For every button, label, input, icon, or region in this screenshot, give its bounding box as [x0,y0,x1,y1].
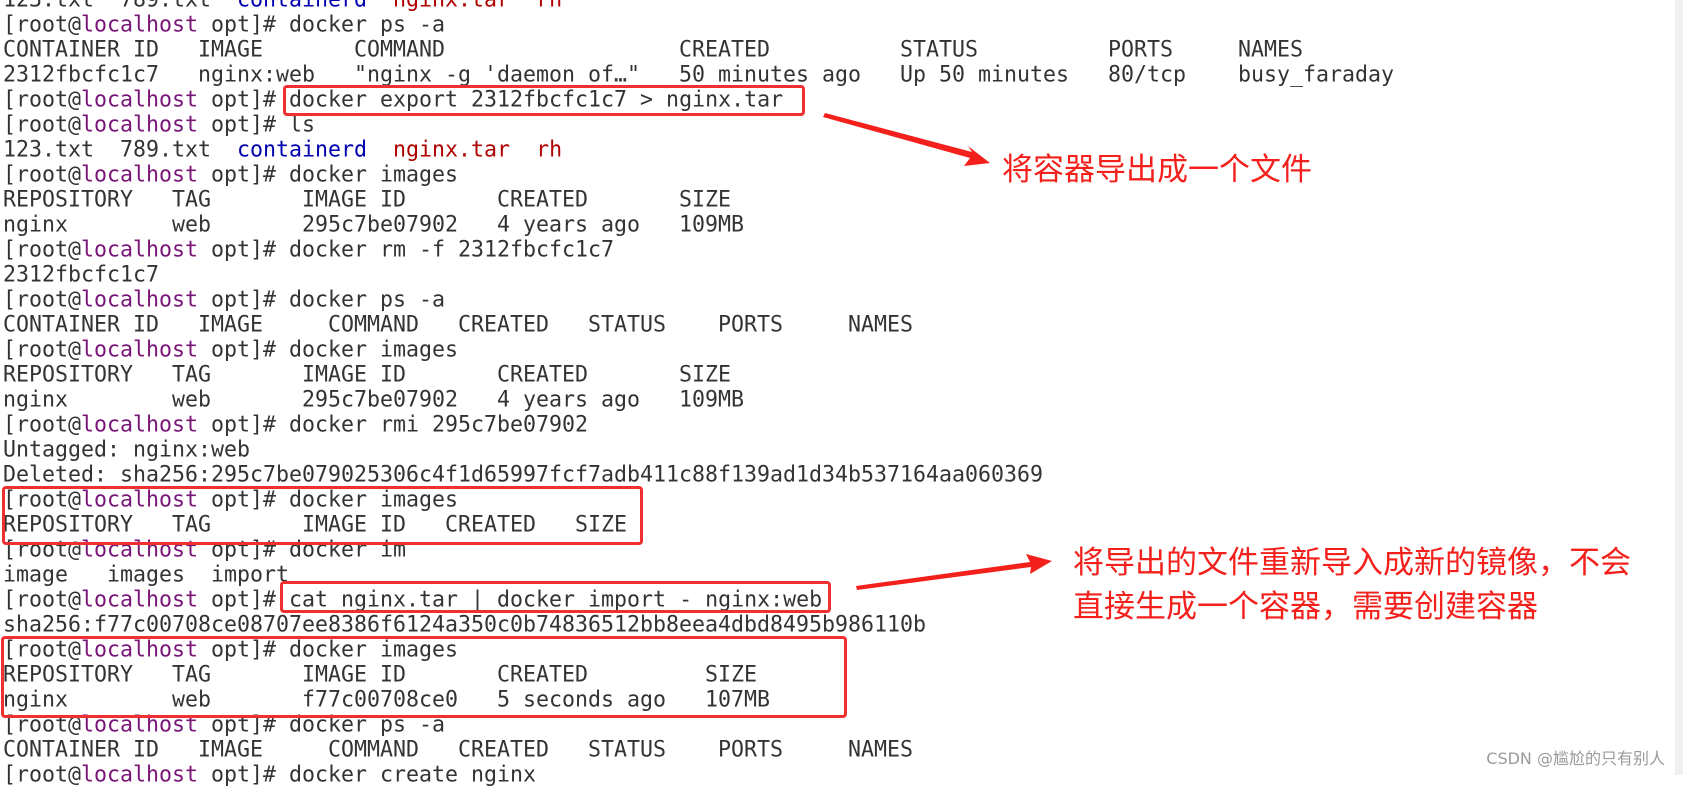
annotation-export: 将容器导出成一个文件 [1002,152,1312,188]
annotation-arrows [823,113,1052,590]
scrollbar-track[interactable] [1675,0,1683,775]
annotation-import-line2: 直接生成一个容器，需要创建容器 [1073,589,1538,625]
arrow-icon [823,113,990,166]
arrow-icon [856,554,1052,590]
watermark: CSDN @尴尬的只有别人 [1486,749,1665,768]
annotation-import-line1: 将导出的文件重新导入成新的镜像，不会 [1073,545,1631,581]
